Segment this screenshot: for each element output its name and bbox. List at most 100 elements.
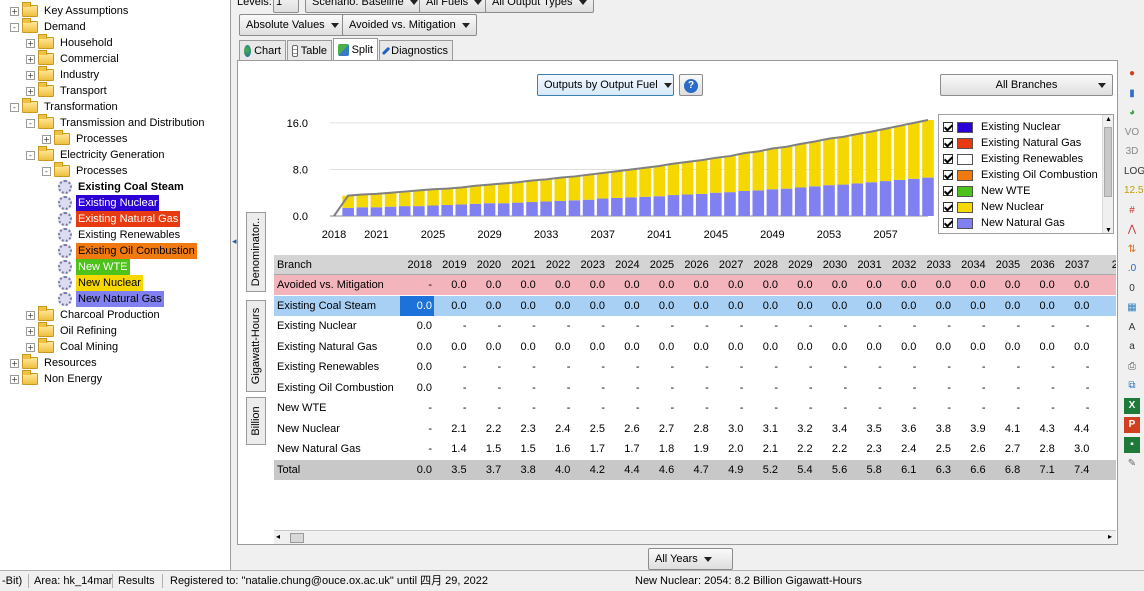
collapse-icon[interactable]: - bbox=[42, 166, 51, 176]
bar-chart-icon[interactable]: ▮ bbox=[1124, 86, 1140, 102]
expand-icon[interactable]: + bbox=[26, 70, 35, 80]
font-up-icon[interactable]: A bbox=[1124, 320, 1140, 336]
table-row[interactable]: Avoided vs. Mitigation -0.0 0.0 0.0 0.0 0.0 0.… bbox=[274, 275, 1116, 295]
levels-spinner[interactable]: 1 bbox=[273, 0, 299, 13]
checkbox-icon[interactable] bbox=[943, 202, 953, 212]
tree-node[interactable]: Existing Nuclear bbox=[58, 195, 160, 211]
settings-icon[interactable]: ✎ bbox=[1124, 456, 1140, 472]
checkbox-icon[interactable] bbox=[943, 122, 953, 132]
legend-item[interactable]: Existing Renewables bbox=[943, 151, 1083, 167]
tree-node[interactable]: + Charcoal Production bbox=[26, 306, 162, 323]
tree-node[interactable]: + Resources bbox=[10, 354, 99, 371]
tree-node[interactable]: - Processes bbox=[42, 162, 129, 179]
tree-node[interactable]: + Industry bbox=[26, 66, 101, 83]
tree-node[interactable]: Existing Renewables bbox=[58, 227, 182, 243]
absolute-values-select[interactable]: Absolute Values bbox=[239, 14, 346, 36]
scroll-left-icon[interactable]: ◂ bbox=[276, 532, 280, 541]
tree-node[interactable]: New WTE bbox=[58, 259, 130, 275]
print-icon[interactable]: ⎙ bbox=[1124, 359, 1140, 375]
expand-icon[interactable]: + bbox=[10, 374, 19, 384]
outputs-select[interactable]: Outputs by Output Fuel bbox=[537, 74, 674, 96]
legend-item[interactable]: New Nuclear bbox=[943, 199, 1044, 215]
table-row[interactable]: New WTE - - - - - - - - - - - - - - - - - - - - bbox=[274, 398, 1116, 418]
pie-chart-icon[interactable]: ◕ bbox=[1124, 105, 1140, 121]
table-row[interactable]: New Natural Gas - 1.4 1.5 1.5 1.6 1.7 1.7 1.8 1.9… bbox=[274, 439, 1116, 459]
save-icon[interactable]: ▪ bbox=[1124, 436, 1140, 453]
expand-icon[interactable]: + bbox=[26, 326, 35, 336]
tree-node[interactable]: Existing Coal Steam bbox=[58, 179, 186, 195]
expand-icon[interactable]: + bbox=[26, 54, 35, 64]
fuels-select[interactable]: All Fuels bbox=[419, 0, 490, 13]
tree-node[interactable]: Existing Oil Combustion bbox=[58, 243, 197, 259]
table-row[interactable]: Total 0.0 3.5 3.7 3.8 4.0 4.2 4.4 4.6 4.7 4.9 5.2 5.… bbox=[274, 459, 1116, 480]
scenario-select[interactable]: Scenario: Baseline bbox=[305, 0, 425, 13]
tree-node[interactable]: - Electricity Generation bbox=[26, 146, 167, 163]
collapse-icon[interactable]: - bbox=[26, 118, 35, 128]
tree-node[interactable]: + Non Energy bbox=[10, 370, 104, 387]
avoided-mitigation-select[interactable]: Avoided vs. Mitigation bbox=[342, 14, 477, 36]
tree-node[interactable]: + Commercial bbox=[26, 50, 121, 67]
tab-table[interactable]: Table bbox=[287, 40, 332, 60]
3d-icon[interactable]: 3D bbox=[1124, 144, 1140, 160]
branches-select[interactable]: All Branches bbox=[940, 74, 1113, 96]
number-format-icon[interactable]: 12.5 bbox=[1124, 183, 1143, 199]
help-button[interactable]: ? bbox=[679, 74, 703, 96]
splitter-arrow-icon[interactable]: ◂ bbox=[232, 236, 237, 246]
expand-icon[interactable]: + bbox=[26, 310, 35, 320]
output-types-select[interactable]: All Output Types bbox=[485, 0, 594, 13]
table-row[interactable]: New Nuclear - 2.1 2.2 2.3 2.4 2.5 2.6 2.7 2.8 3.0 3… bbox=[274, 419, 1116, 439]
legend-item[interactable]: New Natural Gas bbox=[943, 215, 1065, 231]
legend-scrollbar[interactable]: ▲ ▼ bbox=[1102, 115, 1113, 233]
legend-item[interactable]: Existing Nuclear bbox=[943, 119, 1060, 135]
tree-node[interactable]: - Transformation bbox=[10, 98, 120, 115]
tree-node[interactable]: + Oil Refining bbox=[26, 322, 119, 339]
scale-tab[interactable]: Billion bbox=[246, 397, 266, 445]
checkbox-icon[interactable] bbox=[943, 154, 953, 164]
expand-icon[interactable]: + bbox=[10, 358, 19, 368]
powerpoint-icon[interactable]: P bbox=[1124, 417, 1140, 433]
expand-icon[interactable]: + bbox=[26, 38, 35, 48]
checkbox-icon[interactable] bbox=[943, 186, 953, 196]
legend-item[interactable]: New WTE bbox=[943, 183, 1031, 199]
fit-icon[interactable]: ▦ bbox=[1124, 300, 1140, 316]
tree-node[interactable]: + Processes bbox=[42, 130, 129, 147]
tree-node[interactable]: - Transmission and Distribution bbox=[26, 114, 206, 131]
legend-item[interactable]: Existing Natural Gas bbox=[943, 135, 1081, 151]
checkbox-icon[interactable] bbox=[943, 138, 953, 148]
table-header-row[interactable]: Branch 2018 2019 2020 2021 2022 2023 2024 2025 20… bbox=[274, 255, 1116, 275]
tree-node[interactable]: + Key Assumptions bbox=[10, 2, 130, 19]
tree-node[interactable]: New Nuclear bbox=[58, 275, 143, 291]
expand-icon[interactable]: + bbox=[26, 342, 35, 352]
table-row[interactable]: Existing Nuclear 0.0 - - - - - - - - - - - - - - - - - - - bbox=[274, 316, 1116, 336]
table-row[interactable]: Existing Renewables 0.0 - - - - - - - - - - - - - - - - - -… bbox=[274, 357, 1116, 377]
expand-icon[interactable]: + bbox=[10, 6, 19, 16]
tree-node[interactable]: + Transport bbox=[26, 82, 109, 99]
tree-node[interactable]: + Coal Mining bbox=[26, 338, 120, 355]
tab-split[interactable]: Split bbox=[333, 38, 378, 60]
collapse-icon[interactable]: - bbox=[26, 150, 35, 160]
excel-icon[interactable]: X bbox=[1124, 397, 1140, 414]
horizontal-scrollbar[interactable]: ◂ ▸ bbox=[274, 530, 1116, 544]
expand-icon[interactable]: + bbox=[42, 134, 51, 144]
checkbox-icon[interactable] bbox=[943, 218, 953, 228]
collapse-icon[interactable]: - bbox=[10, 102, 19, 112]
legend-item[interactable]: Existing Oil Combustion bbox=[943, 167, 1098, 183]
sort-icon[interactable]: ⇅ bbox=[1124, 242, 1140, 258]
tree-panel[interactable]: + Key Assumptions - Demand + Household + Commer… bbox=[0, 0, 231, 570]
tree-node[interactable]: Existing Natural Gas bbox=[58, 211, 181, 227]
decimals-icon[interactable]: .0 bbox=[1124, 261, 1140, 277]
tree-node[interactable]: + Household bbox=[26, 34, 115, 51]
globe-icon[interactable]: ● bbox=[1124, 66, 1140, 82]
font-down-icon[interactable]: a bbox=[1124, 339, 1140, 355]
collapse-icon[interactable]: - bbox=[10, 22, 19, 32]
zero-icon[interactable]: 0 bbox=[1124, 281, 1140, 297]
table-row[interactable]: Existing Natural Gas 0.0 0.0 0.0 0.0 0.0 0.0 0.… bbox=[274, 337, 1116, 357]
expand-icon[interactable]: + bbox=[26, 86, 35, 96]
area-icon[interactable]: ⋀ bbox=[1124, 222, 1140, 238]
denominator-tab[interactable]: Denominator.. bbox=[246, 212, 266, 292]
vo-icon[interactable]: VO bbox=[1124, 125, 1140, 141]
checkbox-icon[interactable] bbox=[943, 170, 953, 180]
table-row[interactable]: Existing Coal Steam 0.0 0.0 0.0 0.0 0.0 0.0 0.0… bbox=[274, 295, 1116, 316]
copy-icon[interactable]: ⧉ bbox=[1124, 378, 1140, 394]
tab-chart[interactable]: Chart bbox=[239, 40, 286, 60]
